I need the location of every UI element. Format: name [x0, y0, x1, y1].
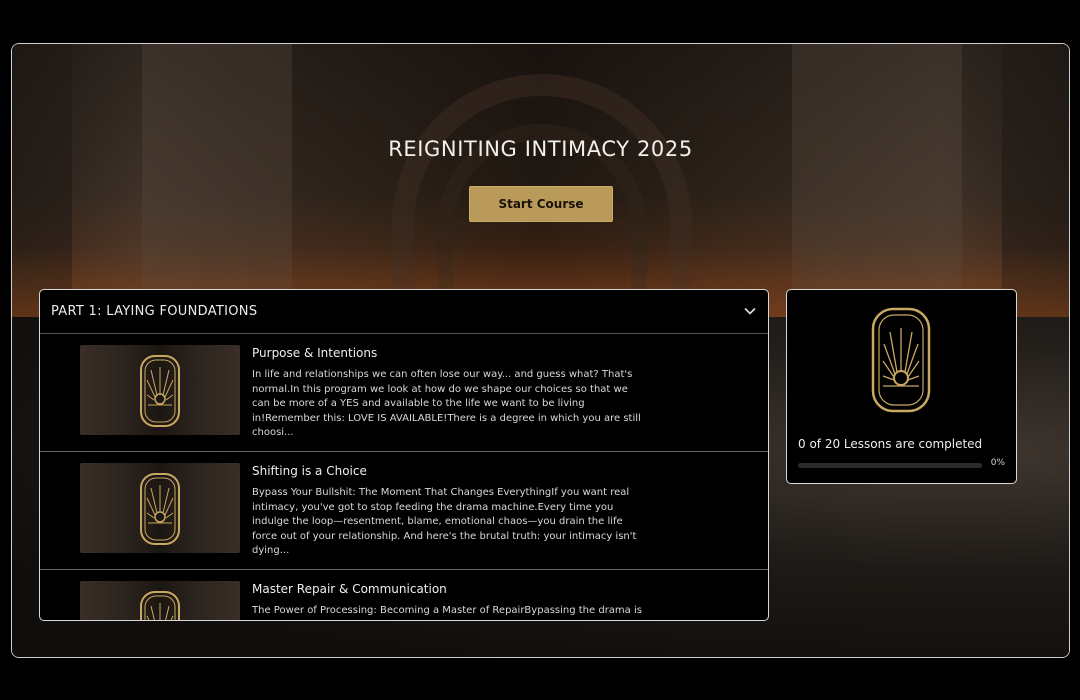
lesson-title[interactable]: Purpose & Intentions	[252, 346, 377, 360]
lesson-description: Bypass Your Bullshit: The Moment That Ch…	[252, 487, 637, 556]
lesson-description: In life and relationships we can often l…	[252, 369, 641, 438]
lesson-title[interactable]: Shifting is a Choice	[252, 464, 367, 478]
lesson-item[interactable]: Master Repair & Communication The Power …	[40, 570, 768, 620]
section-header[interactable]: PART 1: LAYING FOUNDATIONS	[40, 290, 768, 334]
lessons-completed-text: 0 of 20 Lessons are completed	[798, 437, 983, 451]
sun-emblem-icon	[140, 591, 180, 620]
lesson-thumbnail	[80, 463, 240, 553]
course-section: PART 1: LAYING FOUNDATIONS Purpose & Int…	[39, 289, 769, 621]
lesson-title[interactable]: Master Repair & Communication	[252, 582, 447, 596]
lesson-thumbnail	[80, 345, 240, 435]
course-title: REIGNITING INTIMACY 2025	[388, 137, 693, 161]
section-title: PART 1: LAYING FOUNDATIONS	[51, 304, 258, 319]
progress-bar	[798, 463, 982, 468]
lesson-thumbnail	[80, 581, 240, 620]
start-course-button[interactable]: Start Course	[469, 186, 613, 222]
hero-banner: REIGNITING INTIMACY 2025 Start Course	[12, 44, 1069, 384]
sun-emblem-icon	[140, 473, 180, 545]
sun-emblem-icon	[140, 355, 180, 427]
sun-emblem-icon	[871, 307, 931, 413]
lesson-item[interactable]: Shifting is a Choice Bypass Your Bullshi…	[40, 452, 768, 570]
lesson-item[interactable]: Purpose & Intentions In life and relatio…	[40, 334, 768, 452]
progress-percent: 0%	[990, 458, 1005, 468]
chevron-down-icon[interactable]	[744, 304, 756, 319]
lesson-description: The Power of Processing: Becoming a Mast…	[252, 605, 642, 616]
progress-card: 0 of 20 Lessons are completed 0%	[786, 289, 1017, 484]
